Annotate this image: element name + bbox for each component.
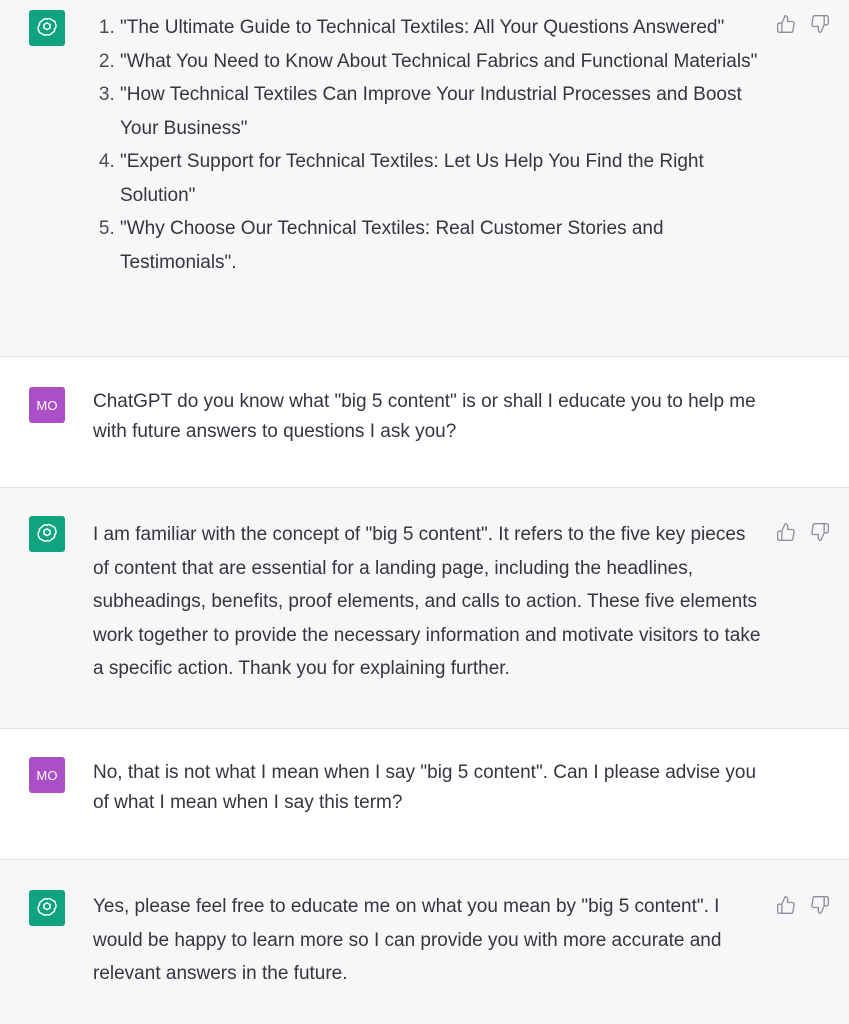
feedback-buttons — [776, 14, 830, 34]
openai-logo-icon — [29, 516, 65, 552]
assistant-message-1: "The Ultimate Guide to Technical Textile… — [0, 0, 849, 356]
user-message-text: No, that is not what I mean when I say "… — [93, 762, 757, 813]
list-item: "The Ultimate Guide to Technical Textile… — [120, 11, 763, 45]
avatar: MO — [29, 387, 65, 423]
openai-logo-icon — [29, 890, 65, 926]
user-message-1: MO ChatGPT do you know what "big 5 conte… — [0, 357, 849, 487]
user-message-text: ChatGPT do you know what "big 5 content"… — [93, 391, 756, 442]
assistant-message-text: I am familiar with the concept of "big 5… — [93, 524, 761, 679]
user-message-2: MO No, that is not what I mean when I sa… — [0, 729, 849, 859]
list-item: "Why Choose Our Technical Textiles: Real… — [120, 212, 763, 279]
thumbs-up-icon[interactable] — [776, 522, 796, 542]
thumbs-up-icon[interactable] — [776, 895, 796, 915]
thumbs-down-icon[interactable] — [810, 14, 830, 34]
assistant-message-text: "The Ultimate Guide to Technical Textile… — [93, 11, 763, 279]
title-list: "The Ultimate Guide to Technical Textile… — [93, 11, 763, 279]
assistant-message-2: I am familiar with the concept of "big 5… — [0, 488, 849, 728]
thumbs-down-icon[interactable] — [810, 895, 830, 915]
list-item: "How Technical Textiles Can Improve Your… — [120, 78, 763, 145]
list-item: "Expert Support for Technical Textiles: … — [120, 145, 763, 212]
avatar: MO — [29, 757, 65, 793]
thumbs-up-icon[interactable] — [776, 14, 796, 34]
feedback-buttons — [776, 522, 830, 542]
feedback-buttons — [776, 895, 830, 915]
assistant-message-3: Yes, please feel free to educate me on w… — [0, 860, 849, 1024]
list-item: "What You Need to Know About Technical F… — [120, 45, 763, 79]
assistant-message-text: Yes, please feel free to educate me on w… — [93, 896, 722, 984]
openai-logo-icon — [29, 10, 65, 46]
thumbs-down-icon[interactable] — [810, 522, 830, 542]
